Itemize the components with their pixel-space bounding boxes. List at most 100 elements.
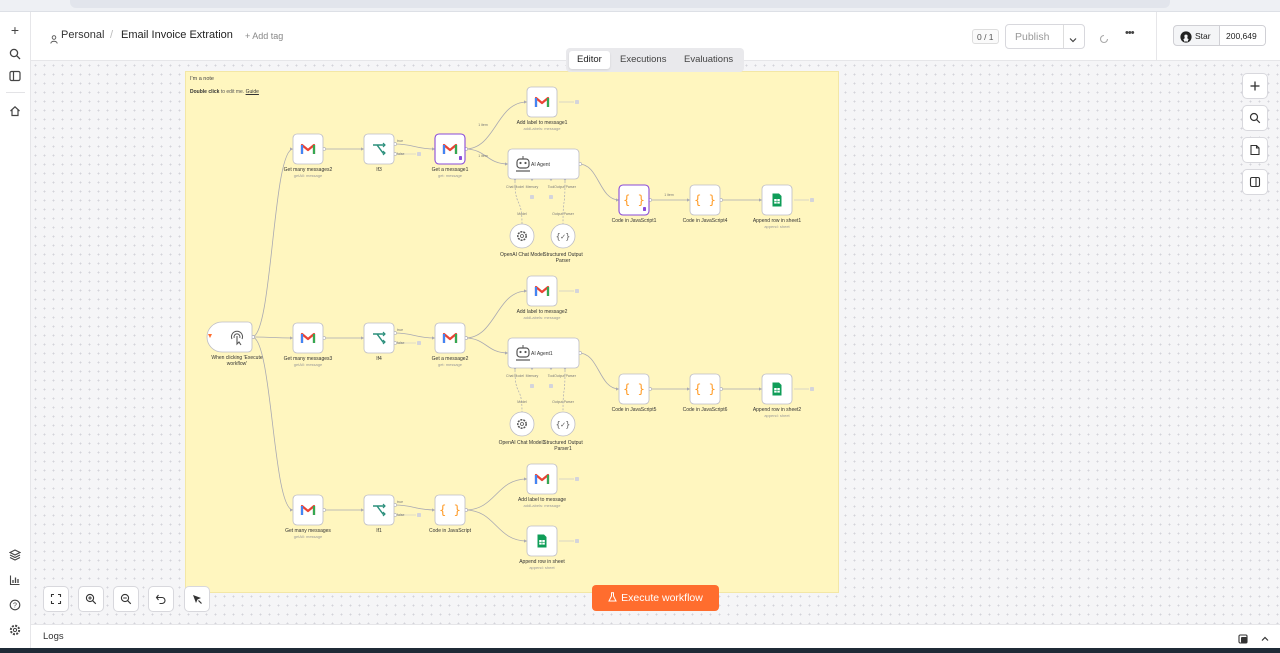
node-code4[interactable]: { } bbox=[689, 184, 721, 216]
if-false-label: false bbox=[397, 341, 404, 345]
add-icon[interactable]: + bbox=[5, 20, 25, 40]
node-if1[interactable] bbox=[363, 494, 395, 526]
execute-workflow-button[interactable]: Execute workflow bbox=[592, 585, 719, 611]
publish-button[interactable]: Publish bbox=[1005, 24, 1085, 49]
add-connection-plus-icon[interactable] bbox=[810, 387, 814, 391]
node-parser[interactable]: {✓} bbox=[550, 223, 576, 249]
node-append[interactable] bbox=[526, 525, 558, 557]
arrow-head bbox=[432, 336, 435, 340]
arrow-head bbox=[290, 508, 293, 512]
node-addlabel2[interactable] bbox=[526, 275, 558, 307]
workflow-name[interactable]: Email Invoice Extration bbox=[121, 29, 233, 41]
add-connection-plus-icon[interactable] bbox=[417, 152, 421, 156]
insights-chart-icon[interactable] bbox=[5, 570, 25, 590]
node-trigger[interactable] bbox=[206, 321, 253, 353]
add-sticky-note-button[interactable] bbox=[1242, 137, 1268, 163]
arrow-head bbox=[290, 336, 293, 340]
port-label: Chat Model bbox=[506, 374, 524, 378]
home-icon[interactable] bbox=[5, 101, 25, 121]
google-sheets-icon bbox=[772, 193, 782, 207]
node-gm2[interactable] bbox=[292, 133, 324, 165]
node-code[interactable]: { } bbox=[434, 494, 466, 526]
node-code6[interactable]: { } bbox=[689, 373, 721, 405]
arrow-head bbox=[759, 198, 762, 202]
add-connection-plus-icon[interactable] bbox=[417, 341, 421, 345]
connection-line bbox=[464, 337, 509, 354]
arrow-head bbox=[687, 198, 690, 202]
port-label: Output Parser bbox=[554, 374, 577, 378]
node-label: Code in JavaScript4 bbox=[683, 218, 728, 224]
add-connection-plus-icon[interactable] bbox=[575, 539, 579, 543]
help-icon[interactable]: ? bbox=[5, 595, 25, 615]
view-tabs: Editor Executions Evaluations bbox=[566, 48, 744, 72]
edge-label: Output Parser bbox=[552, 212, 575, 216]
node-append1[interactable] bbox=[761, 184, 793, 216]
node-if3[interactable] bbox=[363, 133, 395, 165]
add-connection-plus-icon[interactable] bbox=[575, 477, 579, 481]
node-label: workflow' bbox=[227, 361, 247, 367]
node-getmsg1[interactable] bbox=[434, 133, 466, 165]
chevron-down-icon[interactable] bbox=[1068, 32, 1078, 50]
node-subtitle: get: message bbox=[438, 173, 463, 178]
node-append2[interactable] bbox=[761, 373, 793, 405]
node-chat1[interactable] bbox=[509, 411, 535, 437]
port-label: Memory bbox=[526, 374, 539, 378]
connection-line bbox=[393, 332, 436, 339]
node-gm[interactable] bbox=[292, 494, 324, 526]
breadcrumb-separator: / bbox=[110, 29, 114, 41]
node-if4[interactable] bbox=[363, 322, 395, 354]
arrow-head bbox=[505, 162, 508, 166]
code-braces-icon: { } bbox=[623, 193, 645, 207]
node-getmsg2[interactable] bbox=[434, 322, 466, 354]
toggle-panel-button[interactable] bbox=[1242, 169, 1268, 195]
add-node-button[interactable] bbox=[1242, 73, 1268, 99]
node-parser1[interactable]: {✓} bbox=[550, 411, 576, 437]
workflow-graph: { }{✓}{✓}{ }{ }{ }{ }When clicking 'Exec… bbox=[206, 86, 814, 570]
left-sidebar: + ? bbox=[0, 12, 31, 648]
undo-button[interactable] bbox=[148, 586, 174, 612]
more-options-icon[interactable]: ••• bbox=[1125, 27, 1135, 39]
tidy-up-button[interactable] bbox=[184, 586, 210, 612]
zoom-out-button[interactable] bbox=[113, 586, 139, 612]
arrow-head bbox=[432, 508, 435, 512]
if-true-label: true bbox=[397, 139, 403, 143]
add-connection-plus-icon[interactable] bbox=[575, 289, 579, 293]
node-code5[interactable]: { } bbox=[618, 373, 650, 405]
add-connection-plus-icon[interactable] bbox=[417, 513, 421, 517]
tab-executions[interactable]: Executions bbox=[612, 51, 674, 69]
connection-line bbox=[251, 336, 294, 511]
github-star-button[interactable]: Star 200,649 bbox=[1173, 25, 1266, 46]
node-addlabel1[interactable] bbox=[526, 86, 558, 118]
fit-view-button[interactable] bbox=[43, 586, 69, 612]
templates-icon[interactable] bbox=[5, 545, 25, 565]
add-sub-node-plus-icon[interactable] bbox=[530, 195, 534, 199]
search-icon[interactable] bbox=[5, 44, 25, 64]
add-connection-plus-icon[interactable] bbox=[810, 198, 814, 202]
logs-panel-bar[interactable]: Logs bbox=[31, 624, 1280, 648]
add-connection-plus-icon[interactable] bbox=[575, 100, 579, 104]
breadcrumb-project[interactable]: Personal bbox=[61, 29, 104, 41]
panel-toggle-icon[interactable] bbox=[5, 66, 25, 86]
add-sub-node-plus-icon[interactable] bbox=[549, 195, 553, 199]
node-code1[interactable]: { } bbox=[618, 184, 650, 216]
logs-title: Logs bbox=[43, 631, 64, 642]
page-count-badge: 0 / 1 bbox=[972, 29, 999, 44]
arrow-head bbox=[524, 100, 527, 104]
settings-gear-icon[interactable] bbox=[5, 620, 25, 640]
tab-editor[interactable]: Editor bbox=[569, 51, 610, 69]
logs-expand-chevron-icon[interactable] bbox=[1260, 631, 1270, 649]
tab-evaluations[interactable]: Evaluations bbox=[676, 51, 741, 69]
node-chat[interactable] bbox=[509, 223, 535, 249]
node-subtitle: addLabels: message bbox=[524, 126, 562, 131]
logs-popout-icon[interactable] bbox=[1238, 631, 1248, 649]
add-sub-node-plus-icon[interactable] bbox=[549, 384, 553, 388]
zoom-in-button[interactable] bbox=[78, 586, 104, 612]
execute-workflow-label: Execute workflow bbox=[621, 592, 703, 604]
node-gm3[interactable] bbox=[292, 322, 324, 354]
search-nodes-button[interactable] bbox=[1242, 105, 1268, 131]
node-addlabel[interactable] bbox=[526, 463, 558, 495]
add-sub-node-plus-icon[interactable] bbox=[530, 384, 534, 388]
workflow-canvas[interactable]: I'm a note Double click to edit me. Guid… bbox=[31, 61, 1280, 624]
connection-line bbox=[251, 148, 294, 338]
add-tag-link[interactable]: + Add tag bbox=[245, 31, 283, 41]
